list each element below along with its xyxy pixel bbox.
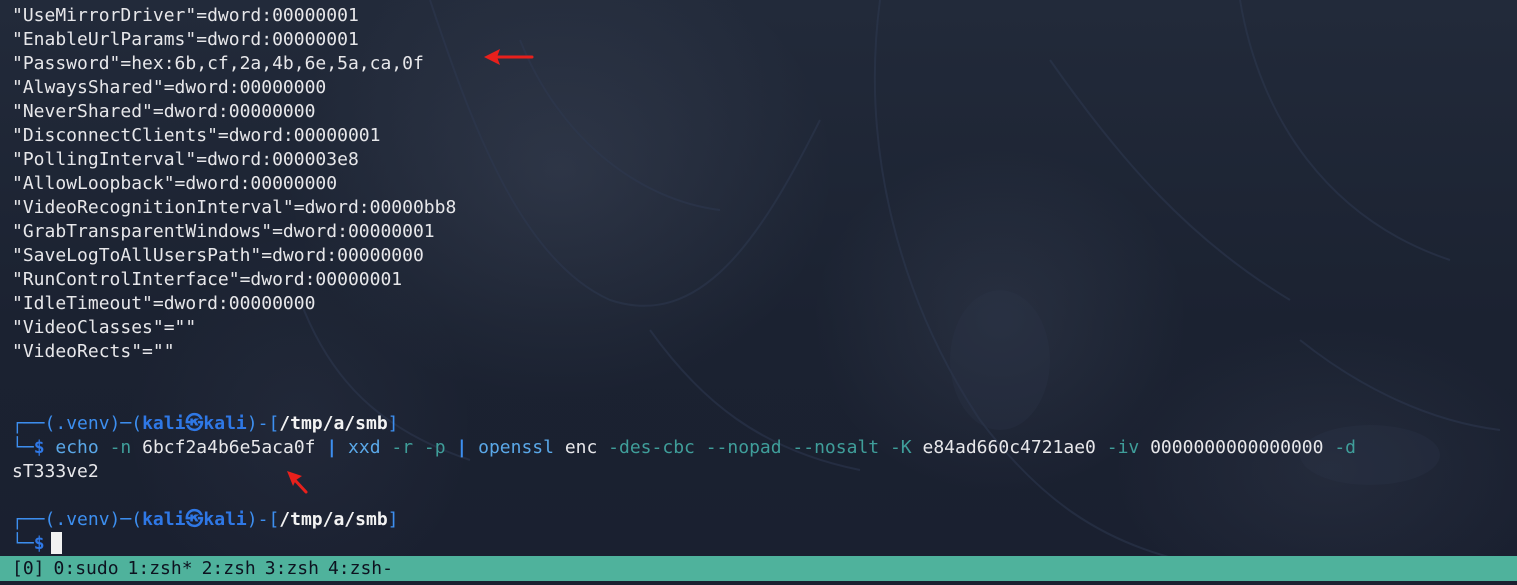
prompt-symbol: $ xyxy=(33,437,45,458)
cmd-flag: -d xyxy=(1334,437,1357,458)
registry-line-password: "Password"=hex:6b,cf,2a,4b,6e,5a,ca,0f xyxy=(12,53,424,74)
tmux-status-bar: [0] 0:sudo 1:zsh* 2:zsh 3:zsh 4:zsh- xyxy=(0,556,1517,581)
prompt-frame: └─ xyxy=(12,437,34,458)
prompt-frame: ] xyxy=(387,509,399,530)
registry-line: "RunControlInterface"=dword:00000001 xyxy=(12,269,403,290)
prompt-frame: )-[ xyxy=(246,413,280,434)
prompt-user: kali㉿kali xyxy=(142,509,247,530)
registry-line: "UseMirrorDriver"=dword:00000001 xyxy=(12,5,359,26)
prompt-symbol: $ xyxy=(33,533,45,554)
registry-line: "SaveLogToAllUsersPath"=dword:00000000 xyxy=(12,245,424,266)
prompt-frame: └─ xyxy=(12,533,34,554)
registry-line: "VideoRects"="" xyxy=(12,341,175,362)
tmux-window-tab-active[interactable]: 1:zsh* xyxy=(128,556,193,581)
prompt-frame: )─( xyxy=(109,413,143,434)
tmux-window-tab[interactable]: 4:zsh- xyxy=(328,556,393,581)
prompt-venv: .venv xyxy=(55,509,110,530)
cmd-flag: -n xyxy=(109,437,132,458)
command-line[interactable]: └─$ echo -n 6bcf2a4b6e5aca0f | xxd -r -p… xyxy=(12,436,1356,460)
prompt-frame: ] xyxy=(387,413,399,434)
prompt-frame: )─( xyxy=(109,509,143,530)
text-cursor xyxy=(50,532,62,554)
cmd-flag: --nopad xyxy=(705,437,782,458)
cmd-iv-value: 0000000000000000 xyxy=(1150,437,1324,458)
decrypted-output: sT333ve2 xyxy=(12,461,99,482)
cmd-subcommand: enc xyxy=(564,437,598,458)
cmd-flag: -K xyxy=(889,437,912,458)
prompt-frame: ┌──( xyxy=(12,509,56,530)
registry-line: "AllowLoopback"=dword:00000000 xyxy=(12,173,338,194)
registry-line: "DisconnectClients"=dword:00000001 xyxy=(12,125,381,146)
cmd-pipe: | xyxy=(456,437,468,458)
prompt-path: /tmp/a/smb xyxy=(279,413,388,434)
registry-line: "VideoRecognitionInterval"=dword:00000bb… xyxy=(12,197,457,218)
prompt-user: kali㉿kali xyxy=(142,413,247,434)
cmd-hex-value: 6bcf2a4b6e5aca0f xyxy=(142,437,316,458)
annotation-arrow-left-icon xyxy=(484,49,534,65)
prompt-frame: ┌──( xyxy=(12,413,56,434)
tmux-window-tab[interactable]: 2:zsh xyxy=(202,556,256,581)
registry-line: "AlwaysShared"=dword:00000000 xyxy=(12,77,327,98)
prompt-frame: )-[ xyxy=(246,509,280,530)
registry-line: "VideoClasses"="" xyxy=(12,317,197,338)
registry-line: "PollingInterval"=dword:000003e8 xyxy=(12,149,359,170)
prompt-header: ┌──(.venv)─(kali㉿kali)-[/tmp/a/smb] xyxy=(12,412,399,436)
cmd-pipe: | xyxy=(326,437,338,458)
registry-line: "EnableUrlParams"=dword:00000001 xyxy=(12,29,359,50)
cmd-key-value: e84ad660c4721ae0 xyxy=(922,437,1096,458)
registry-line: "NeverShared"=dword:00000000 xyxy=(12,101,316,122)
registry-line: "IdleTimeout"=dword:00000000 xyxy=(12,293,316,314)
cmd-xxd: xxd xyxy=(348,437,381,458)
cmd-flag: --nosalt xyxy=(792,437,880,458)
terminal-window[interactable]: "UseMirrorDriver"=dword:00000001 "Enable… xyxy=(0,0,1517,585)
registry-line: "GrabTransparentWindows"=dword:00000001 xyxy=(12,221,435,242)
prompt-venv: .venv xyxy=(55,413,110,434)
tmux-window-tab[interactable]: 3:zsh xyxy=(265,556,319,581)
cmd-flag: -des-cbc xyxy=(608,437,695,458)
tmux-window-tab[interactable]: 0:sudo xyxy=(54,556,119,581)
cmd-echo: echo xyxy=(55,437,99,458)
cmd-openssl: openssl xyxy=(478,437,554,458)
cmd-flag: -iv xyxy=(1106,437,1140,458)
cmd-flag: -r -p xyxy=(391,437,446,458)
prompt-header: ┌──(.venv)─(kali㉿kali)-[/tmp/a/smb] xyxy=(12,508,399,532)
annotation-arrow-up-left-icon xyxy=(287,471,308,494)
active-command-line[interactable]: └─$ xyxy=(12,532,62,556)
tmux-session-label: [0] xyxy=(12,558,45,579)
prompt-path: /tmp/a/smb xyxy=(279,509,388,530)
